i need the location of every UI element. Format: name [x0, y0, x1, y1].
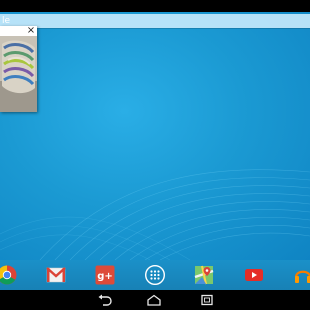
- back-icon[interactable]: [96, 294, 112, 306]
- video-thumbnail[interactable]: [0, 36, 37, 112]
- recents-icon[interactable]: [199, 294, 215, 306]
- maps-icon[interactable]: [194, 265, 214, 285]
- play-music-icon[interactable]: [293, 265, 310, 285]
- floating-video-window[interactable]: ×: [0, 26, 37, 112]
- google-plus-label: g+: [97, 271, 113, 282]
- app-dock: g+: [0, 260, 310, 290]
- android-home-screen: le × g+: [0, 0, 310, 310]
- navigation-bar: [0, 290, 310, 310]
- app-drawer-icon[interactable]: [145, 265, 165, 285]
- gmail-icon[interactable]: [46, 265, 66, 285]
- search-bar[interactable]: le: [0, 14, 310, 28]
- chrome-icon[interactable]: [0, 265, 17, 285]
- home-icon[interactable]: [146, 294, 162, 306]
- close-icon[interactable]: ×: [26, 26, 36, 36]
- status-bar: [0, 0, 310, 12]
- wallpaper: [0, 12, 310, 260]
- youtube-icon[interactable]: [244, 265, 264, 285]
- google-plus-icon[interactable]: g+: [95, 265, 115, 285]
